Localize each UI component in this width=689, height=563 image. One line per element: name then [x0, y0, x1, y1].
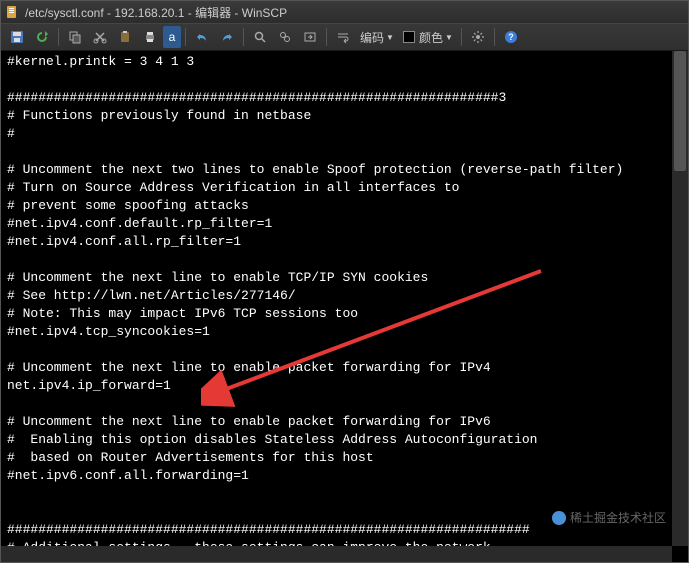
color-label: 颜色 [419, 29, 443, 46]
separator [185, 28, 186, 46]
encoding-label: 编码 [360, 29, 384, 46]
replace-button[interactable] [273, 26, 297, 48]
select-all-button[interactable]: a [163, 26, 181, 48]
separator [461, 28, 462, 46]
chevron-down-icon: ▼ [445, 33, 453, 42]
separator [494, 28, 495, 46]
refresh-button[interactable] [30, 26, 54, 48]
separator [326, 28, 327, 46]
paste-button[interactable] [113, 26, 137, 48]
save-button[interactable] [5, 26, 29, 48]
editor-content: #kernel.printk = 3 4 1 3 ###############… [7, 54, 623, 546]
horizontal-scrollbar[interactable] [1, 546, 672, 562]
cut-button[interactable] [88, 26, 112, 48]
app-icon [5, 5, 19, 19]
editor-area[interactable]: #kernel.printk = 3 4 1 3 ###############… [1, 51, 672, 546]
color-dropdown[interactable]: 颜色 ▼ [399, 29, 457, 46]
separator [243, 28, 244, 46]
wrap-button[interactable] [331, 26, 355, 48]
title-bar: /etc/sysctl.conf - 192.168.20.1 - 编辑器 - … [1, 1, 688, 23]
color-swatch-icon [403, 31, 415, 43]
undo-button[interactable] [190, 26, 214, 48]
separator [58, 28, 59, 46]
print-button[interactable] [138, 26, 162, 48]
redo-button[interactable] [215, 26, 239, 48]
settings-button[interactable] [466, 26, 490, 48]
svg-text:?: ? [508, 32, 514, 42]
chevron-down-icon: ▼ [386, 33, 394, 42]
copy-button[interactable] [63, 26, 87, 48]
window-title: /etc/sysctl.conf - 192.168.20.1 - 编辑器 - … [25, 4, 287, 21]
scrollbar-thumb[interactable] [674, 51, 686, 171]
help-button[interactable]: ? [499, 26, 523, 48]
find-button[interactable] [248, 26, 272, 48]
encoding-dropdown[interactable]: 编码 ▼ [356, 29, 398, 46]
vertical-scrollbar[interactable] [672, 51, 688, 546]
toolbar: a 编码 ▼ 颜色 ▼ ? [1, 23, 688, 51]
goto-button[interactable] [298, 26, 322, 48]
